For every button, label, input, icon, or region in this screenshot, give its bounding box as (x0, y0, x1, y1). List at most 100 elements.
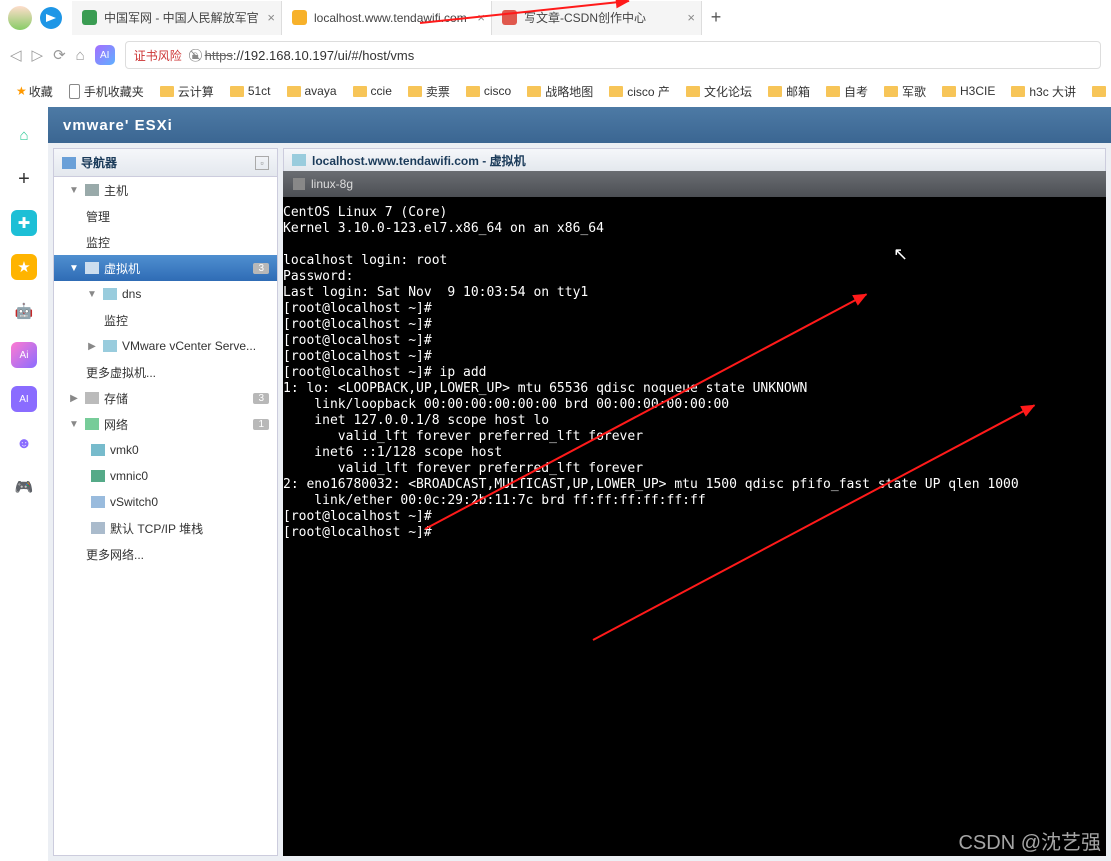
host-icon (85, 184, 99, 196)
navigator-title: 导航器 ▫ (54, 149, 277, 177)
navigator-pane: 导航器 ▫ ▼主机 管理 监控 ▼虚拟机3 ▼dns 监控 ▶VMware vC… (53, 148, 278, 856)
close-icon[interactable]: × (267, 10, 275, 25)
bookmark-fav[interactable]: ★收藏 (10, 81, 59, 102)
bookmark-folder[interactable]: cisco (460, 82, 517, 100)
bookmark-folder[interactable]: 邮箱 (762, 81, 816, 102)
star-icon[interactable]: ★ (11, 254, 37, 280)
game-icon[interactable]: 🎮 (11, 474, 37, 500)
folder-icon (768, 86, 782, 97)
browser-tab-0[interactable]: 中国军网 - 中国人民解放军官× (72, 1, 282, 35)
network-icon (85, 418, 99, 430)
bookmark-folder[interactable]: 网 (1086, 81, 1111, 102)
nic-icon (91, 470, 105, 482)
vm-console[interactable]: CentOS Linux 7 (Core) Kernel 3.10.0-123.… (283, 197, 1106, 856)
favicon-icon (292, 10, 307, 25)
cert-warning: 证书风险 (134, 47, 182, 64)
bookmark-folder[interactable]: 卖票 (402, 81, 456, 102)
vm-item-icon (103, 288, 117, 300)
bookmark-folder[interactable]: 51ct (224, 82, 277, 100)
folder-icon (826, 86, 840, 97)
folder-icon (686, 86, 700, 97)
robot-icon[interactable]: 🤖 (11, 298, 37, 324)
count-badge: 3 (253, 263, 269, 274)
close-icon[interactable]: × (687, 10, 695, 25)
telegram-icon[interactable] (40, 7, 62, 29)
tree-more-net[interactable]: 更多网络... (54, 541, 277, 567)
tree-host[interactable]: ▼主机 (54, 177, 277, 203)
folder-icon (942, 86, 956, 97)
star-icon: ★ (16, 84, 27, 98)
home-icon[interactable]: ⌂ (76, 47, 85, 64)
bookmark-folder[interactable]: avaya (281, 82, 343, 100)
tree-net-vmk0[interactable]: vmk0 (54, 437, 277, 463)
address-bar[interactable]: 证书风险 🔒⃠ https://192.168.10.197/ui/#/host… (125, 41, 1101, 69)
tree-host-monitor[interactable]: 监控 (54, 229, 277, 255)
esxi-header: vmware' ESXi (48, 107, 1111, 143)
ai-icon[interactable]: AI (95, 45, 115, 65)
chevron-down-icon[interactable]: ▼ (68, 185, 80, 196)
bookmark-folder[interactable]: 云计算 (154, 81, 220, 102)
tree-storage[interactable]: ▶存储3 (54, 385, 277, 411)
folder-icon (609, 86, 623, 97)
collapse-icon[interactable]: ▫ (255, 156, 269, 170)
folder-icon (884, 86, 898, 97)
bookmark-folder[interactable]: H3CIE (936, 82, 1001, 100)
bookmark-folder[interactable]: 战略地图 (521, 81, 599, 102)
count-badge: 1 (253, 419, 269, 430)
app-icon[interactable]: ✚ (11, 210, 37, 236)
bookmark-folder[interactable]: h3c 大讲 (1005, 81, 1082, 102)
vmware-logo: vmware' ESXi (63, 117, 173, 134)
user-avatar-icon[interactable] (8, 6, 32, 30)
ai-badge-icon[interactable]: Ai (11, 342, 37, 368)
bookmark-folder[interactable]: 自考 (820, 81, 874, 102)
tree-vm-vcenter[interactable]: ▶VMware vCenter Serve... (54, 333, 277, 359)
tree-more-vms[interactable]: 更多虚拟机... (54, 359, 277, 385)
folder-icon (287, 86, 301, 97)
tree-vm-dns-monitor[interactable]: 监控 (54, 307, 277, 333)
chevron-right-icon[interactable]: ▶ (86, 341, 98, 352)
folder-icon (230, 86, 244, 97)
plus-icon[interactable]: + (11, 166, 37, 192)
browser-tab-2[interactable]: 写文章-CSDN创作中心 × (492, 1, 702, 35)
console-icon (293, 178, 305, 190)
tree-vms[interactable]: ▼虚拟机3 (54, 255, 277, 281)
vmkernel-icon (91, 444, 105, 456)
chevron-right-icon[interactable]: ▶ (68, 393, 80, 404)
bookmark-folder[interactable]: 军歌 (878, 81, 932, 102)
chevron-down-icon[interactable]: ▼ (68, 263, 80, 274)
tree-network[interactable]: ▼网络1 (54, 411, 277, 437)
bookmark-folder[interactable]: cisco 产 (603, 81, 676, 102)
browser-tabs: 中国军网 - 中国人民解放军官× localhost.www.tendawifi… (72, 0, 730, 35)
tree-net-vmnic0[interactable]: vmnic0 (54, 463, 277, 489)
forward-icon[interactable]: ▷ (32, 46, 44, 64)
insecure-lock-icon: 🔒⃠ (192, 47, 199, 63)
folder-icon (527, 86, 541, 97)
tree-net-tcpip[interactable]: 默认 TCP/IP 堆栈 (54, 515, 277, 541)
folder-icon (1011, 86, 1025, 97)
browser-sidebar: ⌂ + ✚ ★ 🤖 Ai AI ☻ 🎮 (0, 107, 48, 861)
bookmark-phone[interactable]: 手机收藏夹 (63, 81, 150, 102)
tab-title: 写文章-CSDN创作中心 (524, 9, 646, 26)
bookmark-folder[interactable]: 文化论坛 (680, 81, 758, 102)
chat-icon[interactable]: ☻ (11, 430, 37, 456)
storage-icon (85, 392, 99, 404)
bookmark-folder[interactable]: ccie (347, 82, 398, 100)
ai2-icon[interactable]: AI (11, 386, 37, 412)
home-icon[interactable]: ⌂ (11, 122, 37, 148)
tree-net-vswitch0[interactable]: vSwitch0 (54, 489, 277, 515)
main-title-text: localhost.www.tendawifi.com - 虚拟机 (312, 152, 526, 169)
back-icon[interactable]: ◁ (10, 46, 22, 64)
reload-icon[interactable]: ⟳ (53, 46, 66, 64)
tree-host-manage[interactable]: 管理 (54, 203, 277, 229)
new-tab-button[interactable]: + (702, 7, 730, 28)
chevron-down-icon[interactable]: ▼ (68, 419, 80, 430)
vm-console-tab[interactable]: linux-8g (283, 171, 1106, 197)
tab-title: localhost.www.tendawifi.com (314, 11, 467, 25)
folder-icon (1092, 86, 1106, 97)
chevron-down-icon[interactable]: ▼ (86, 289, 98, 300)
watermark: CSDN @沈艺强 (958, 826, 1101, 855)
vm-tab-label: linux-8g (311, 177, 353, 191)
vm-icon (85, 262, 99, 274)
tree-vm-dns[interactable]: ▼dns (54, 281, 277, 307)
folder-icon (353, 86, 367, 97)
